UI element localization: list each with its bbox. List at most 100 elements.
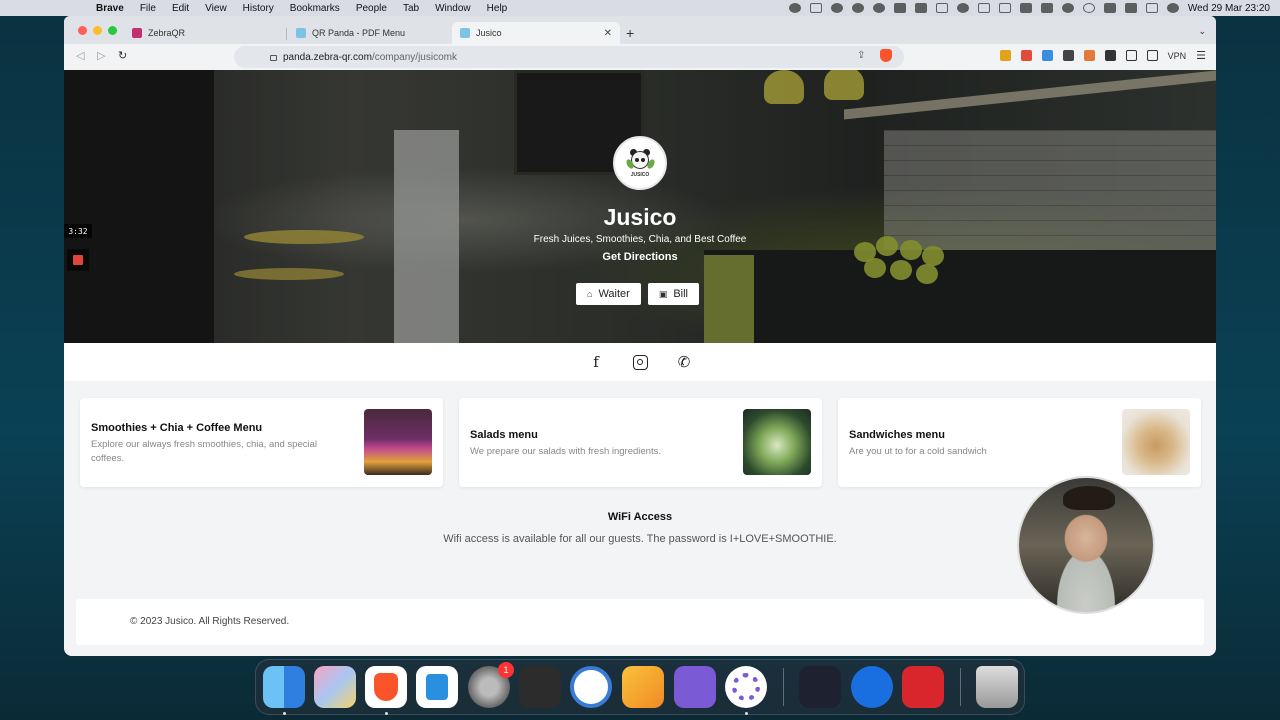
menu-people[interactable]: People	[356, 3, 387, 14]
menu-icon[interactable]: ☰	[1196, 49, 1206, 62]
new-tab-button[interactable]: +	[626, 25, 634, 41]
back-button[interactable]: ◁	[76, 49, 84, 62]
instagram-icon[interactable]	[631, 353, 649, 371]
gear-status-icon[interactable]	[872, 3, 885, 13]
webcam-person	[1063, 486, 1115, 510]
menu-edit[interactable]: Edit	[172, 3, 189, 14]
menu-card-salads[interactable]: Salads menu We prepare our salads with f…	[459, 398, 822, 487]
user-status-icon[interactable]	[1061, 3, 1074, 13]
record-status-icon[interactable]	[851, 3, 864, 13]
bluetooth-icon[interactable]	[1124, 3, 1137, 13]
clock[interactable]: Wed 29 Mar 23:20	[1188, 3, 1270, 14]
calculator-icon[interactable]	[519, 666, 561, 708]
extension-icon[interactable]	[1020, 50, 1032, 61]
share-icon[interactable]: ⇪	[857, 50, 865, 61]
minimize-window-button[interactable]	[93, 26, 102, 35]
panda-favicon-icon	[460, 28, 470, 38]
menu-card-title: Salads menu	[470, 429, 538, 441]
maps-pin-icon[interactable]	[851, 666, 893, 708]
wallet-icon[interactable]	[1146, 50, 1158, 61]
extension-icon[interactable]	[1083, 50, 1095, 61]
menu-app-name[interactable]: Brave	[96, 3, 124, 14]
menu-window[interactable]: Window	[435, 3, 471, 14]
menu-card-description: Are you ut to for a cold sandwich	[849, 446, 987, 457]
menu-card-smoothies[interactable]: Smoothies + Chia + Coffee Menu Explore o…	[80, 398, 443, 487]
page-footer: © 2023 Jusico. All Rights Reserved.	[76, 599, 1204, 645]
menu-bookmarks[interactable]: Bookmarks	[290, 3, 340, 14]
control-center-icon[interactable]	[1145, 3, 1158, 13]
stop-recording-button[interactable]	[67, 249, 89, 271]
clock-status-icon[interactable]	[956, 3, 969, 13]
finder-icon[interactable]	[263, 666, 305, 708]
extensions-area: VPN ☰	[999, 49, 1206, 62]
menu-card-description: Explore our always fresh smoothies, chia…	[91, 439, 318, 464]
menu-bar: Brave File Edit View History Bookmarks P…	[0, 0, 1280, 16]
brave-shield-icon[interactable]	[880, 49, 892, 62]
menu-view[interactable]: View	[205, 3, 227, 14]
pdf-app-icon[interactable]	[902, 666, 944, 708]
grid-status-icon[interactable]	[977, 3, 990, 13]
reload-button[interactable]: ↻	[118, 49, 127, 62]
menu-file[interactable]: File	[140, 3, 156, 14]
puzzle-icon[interactable]	[1104, 50, 1116, 61]
bill-button[interactable]: ▣ Bill	[647, 283, 699, 305]
battery-icon[interactable]	[998, 3, 1011, 13]
forward-button[interactable]: ▷	[97, 49, 105, 62]
tab-bar: ZebraQR QR Panda - PDF Menu Jusico ✕ + ⌄	[64, 16, 1216, 44]
waiter-button[interactable]: ⌂ Waiter	[576, 283, 641, 305]
receipt-icon: ▣	[658, 288, 668, 299]
tab-zebraqr[interactable]: ZebraQR	[124, 22, 284, 44]
menu-cards: Smoothies + Chia + Coffee Menu Explore o…	[80, 398, 1201, 487]
sidebar-toggle-icon[interactable]	[1125, 50, 1137, 61]
menu-card-sandwiches[interactable]: Sandwiches menu Are you ut to for a cold…	[838, 398, 1201, 487]
close-window-button[interactable]	[78, 26, 87, 35]
screen-status-icon[interactable]	[809, 3, 822, 13]
menu-card-title: Smoothies + Chia + Coffee Menu	[91, 422, 263, 434]
bed-icon[interactable]	[935, 3, 948, 13]
vscode-icon[interactable]	[416, 666, 458, 708]
brave-browser-icon[interactable]	[365, 666, 407, 708]
menu-card-description: We prepare our salads with fresh ingredi…	[470, 446, 661, 457]
cloud-terminal-icon[interactable]	[799, 666, 841, 708]
logo-text: JUSICO	[630, 171, 650, 178]
siri-icon[interactable]	[1166, 3, 1179, 13]
overflow-app-icon[interactable]	[622, 666, 664, 708]
address-bar[interactable]: panda.zebra-qr.com/company/jusicomk	[234, 46, 904, 68]
dock-separator	[783, 668, 784, 706]
q-status-icon[interactable]	[830, 3, 843, 13]
volume-icon[interactable]	[1019, 3, 1032, 13]
menu-tab[interactable]: Tab	[403, 3, 419, 14]
car-icon[interactable]	[914, 3, 927, 13]
flower-app-icon[interactable]	[725, 666, 767, 708]
viber-icon[interactable]	[674, 666, 716, 708]
bill-label: Bill	[673, 288, 688, 300]
extension-icon[interactable]	[1041, 50, 1053, 61]
wifi-icon[interactable]	[1103, 3, 1116, 13]
search-icon[interactable]	[1082, 3, 1095, 13]
tab-list-chevron-icon[interactable]: ⌄	[1198, 26, 1206, 37]
trash-icon[interactable]	[976, 666, 1018, 708]
close-tab-icon[interactable]: ✕	[604, 28, 612, 39]
tab-jusico[interactable]: Jusico ✕	[452, 22, 620, 44]
facebook-icon[interactable]: f	[587, 353, 605, 371]
keyboard-input-icon[interactable]	[1040, 3, 1053, 13]
extension-icon[interactable]	[1062, 50, 1074, 61]
url-path: /company/jusicomk	[371, 51, 457, 63]
phone-icon[interactable]: ✆	[675, 353, 693, 371]
menu-help[interactable]: Help	[487, 3, 508, 14]
launchpad-icon[interactable]	[314, 666, 356, 708]
lock-icon	[270, 55, 277, 61]
tab-qr-panda[interactable]: QR Panda - PDF Menu	[288, 22, 448, 44]
cloud-status-icon[interactable]	[788, 3, 801, 13]
recording-timer: 3:32	[64, 224, 92, 238]
cloud-app-icon[interactable]	[893, 3, 906, 13]
get-directions-link[interactable]: Get Directions	[64, 251, 1216, 263]
zoom-window-button[interactable]	[108, 26, 117, 35]
extension-icon[interactable]	[999, 50, 1011, 61]
1password-icon[interactable]	[570, 666, 612, 708]
vpn-button[interactable]: VPN	[1168, 51, 1187, 61]
menu-history[interactable]: History	[243, 3, 274, 14]
hero-banner: JUSICO Jusico Fresh Juices, Smoothies, C…	[64, 70, 1216, 343]
tab-label: ZebraQR	[148, 28, 186, 38]
stop-icon	[73, 255, 83, 265]
